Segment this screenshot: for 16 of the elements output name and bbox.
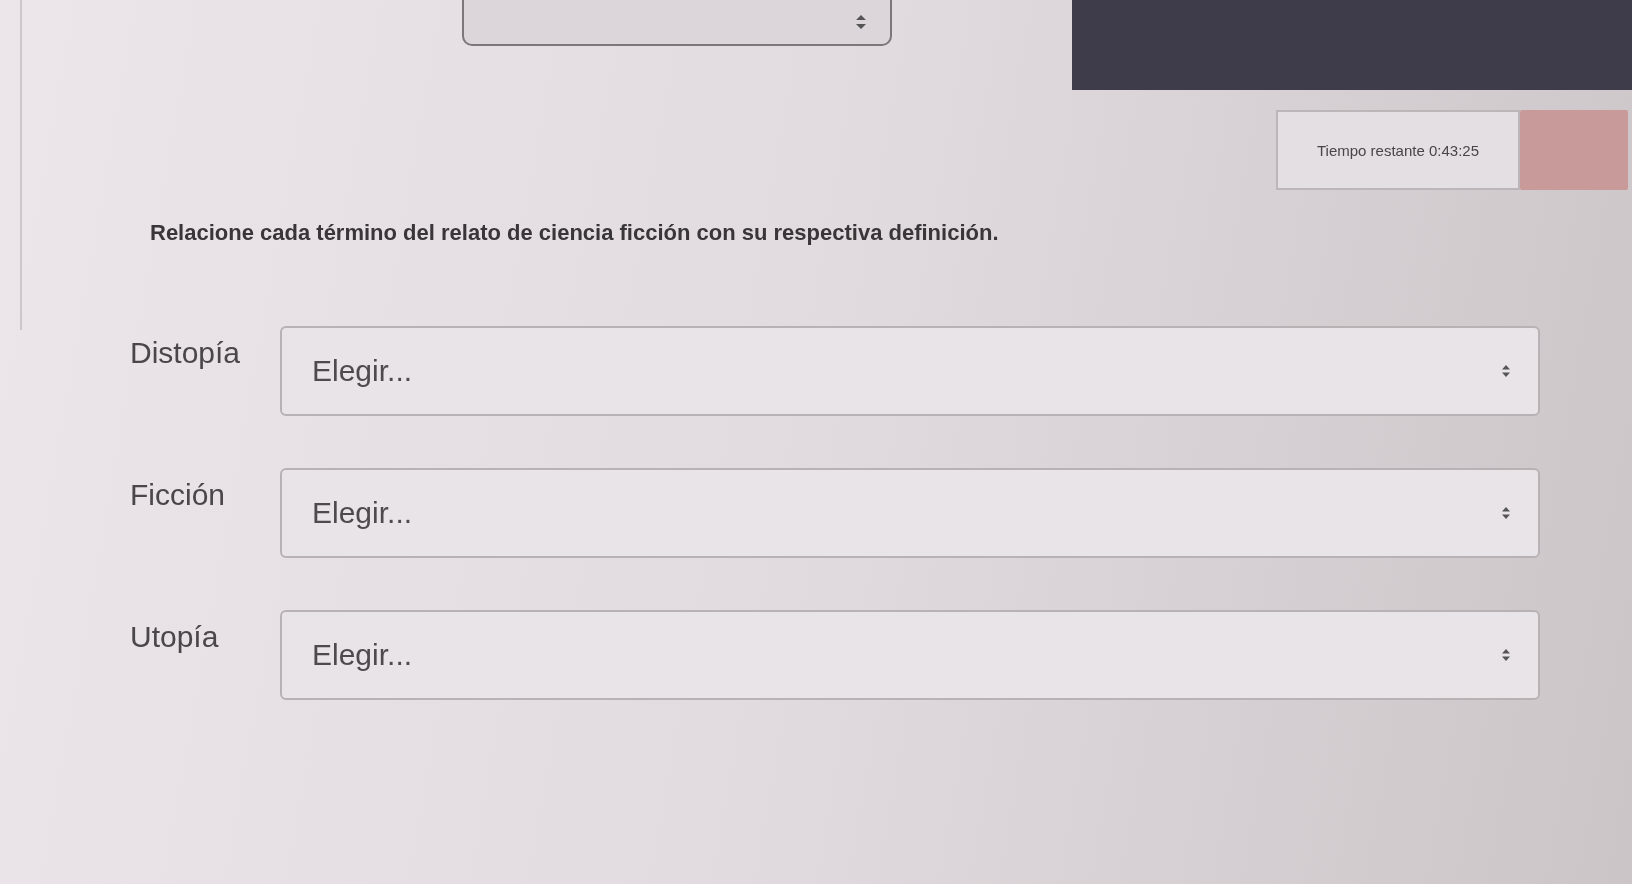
select-value: Elegir...: [312, 354, 413, 388]
term-label: Ficción: [130, 478, 227, 512]
question-text: Relacione cada término del relato de ciencia ficción con su respectiva definición.: [150, 220, 999, 246]
term-label: Utopía: [130, 620, 220, 654]
term-label: Distopía: [130, 336, 242, 370]
sort-arrows-icon: [1502, 507, 1510, 519]
dropdown-field[interactable]: [462, 0, 892, 46]
sort-arrows-icon: [1502, 365, 1510, 377]
answer-select[interactable]: Elegir...: [280, 326, 1540, 416]
select-value: Elegir...: [312, 496, 413, 530]
time-remaining-text: Tiempo restante 0:43:25: [1316, 141, 1479, 159]
sort-arrows-icon: [856, 15, 866, 29]
answer-select[interactable]: Elegir...: [280, 468, 1540, 558]
select-value: Elegir...: [312, 638, 413, 672]
answer-select[interactable]: Elegir...: [280, 610, 1540, 700]
sort-arrows-icon: [1502, 649, 1510, 661]
